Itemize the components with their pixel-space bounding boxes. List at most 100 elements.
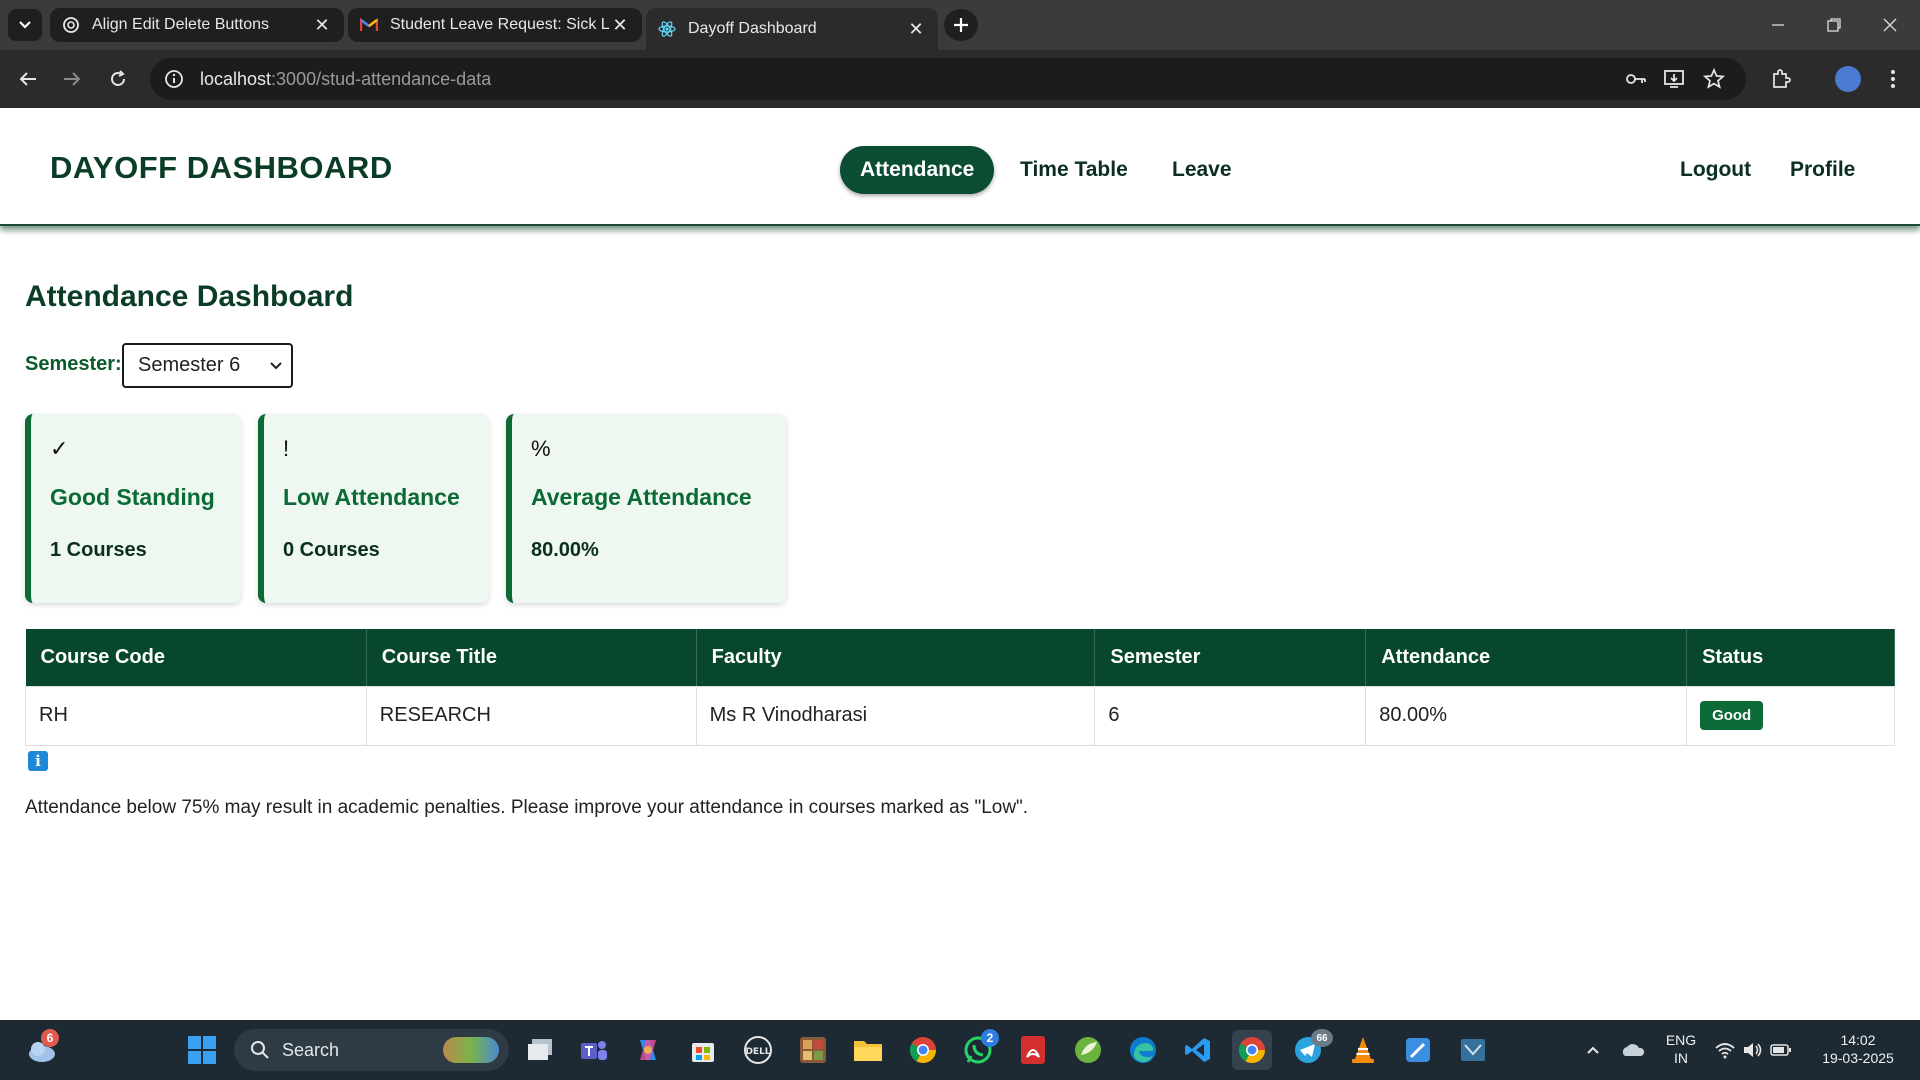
extensions-icon[interactable]	[1769, 67, 1793, 91]
dell-icon[interactable]: DELL	[738, 1030, 778, 1070]
restore-button[interactable]	[1806, 0, 1862, 50]
page-title: Attendance Dashboard	[25, 280, 354, 313]
column-header: Course Code	[25, 629, 367, 686]
window-close-button[interactable]	[1862, 0, 1918, 50]
search-icon	[251, 1041, 269, 1059]
teams-icon[interactable]	[574, 1030, 614, 1070]
minimize-icon	[1772, 24, 1784, 26]
install-app-icon[interactable]	[1663, 67, 1687, 91]
cell-attendance: 80.00%	[1365, 685, 1688, 746]
minimize-button[interactable]	[1750, 0, 1806, 50]
new-tab-button[interactable]	[944, 9, 978, 41]
vlc-icon[interactable]	[1343, 1030, 1383, 1070]
browser-tab-active[interactable]: Dayoff Dashboard ✕	[646, 8, 938, 50]
tab-title: Dayoff Dashboard	[688, 20, 817, 37]
chevron-down-icon	[19, 21, 31, 29]
react-icon	[658, 20, 676, 38]
summary-card-average-attendance: % Average Attendance 80.00%	[506, 414, 786, 603]
bookmark-star-icon[interactable]	[1702, 67, 1726, 91]
nav-link-attendance[interactable]: Attendance	[840, 146, 995, 194]
chrome-icon[interactable]	[903, 1030, 943, 1070]
pdf-reader-icon[interactable]	[1013, 1030, 1053, 1070]
chevron-up-icon[interactable]	[1573, 1030, 1613, 1070]
browser-toolbar: localhost:3000/stud-attendance-data	[0, 50, 1920, 108]
task-view-icon[interactable]	[520, 1030, 560, 1070]
status-badge: Good	[1700, 701, 1764, 730]
cell-course-title: RESEARCH	[365, 685, 697, 746]
chevron-down-icon	[270, 362, 282, 370]
mysql-workbench-icon[interactable]	[1453, 1030, 1493, 1070]
reload-icon	[111, 70, 125, 86]
semester-select[interactable]: Semester 6	[122, 343, 293, 388]
tab-title: Align Edit Delete Buttons	[92, 16, 269, 33]
close-icon[interactable]: ✕	[312, 15, 332, 35]
region-code: IN	[1674, 1050, 1688, 1066]
site-info-icon[interactable]	[162, 67, 186, 91]
summary-card-low-attendance: ! Low Attendance 0 Courses	[258, 414, 489, 603]
paint-app-icon[interactable]	[1398, 1030, 1438, 1070]
microsoft-store-icon[interactable]	[683, 1030, 723, 1070]
url-path: :3000/stud-attendance-data	[271, 68, 492, 89]
password-key-icon[interactable]	[1624, 67, 1648, 91]
nav-link-leave[interactable]: Leave	[1152, 146, 1252, 194]
address-bar[interactable]: localhost:3000/stud-attendance-data	[150, 58, 1746, 100]
chrome-active-icon[interactable]	[1232, 1030, 1272, 1070]
card-title: Low Attendance	[283, 484, 460, 510]
menu-kebab-icon[interactable]	[1881, 67, 1905, 91]
table-row: RH RESEARCH Ms R Vinodharasi 6 80.00% Go…	[25, 685, 1895, 746]
spring-tool-icon[interactable]	[1068, 1030, 1108, 1070]
brand-logo-text[interactable]: DAYOFF DASHBOARD	[50, 150, 393, 186]
copilot-icon[interactable]	[628, 1030, 668, 1070]
card-title: Average Attendance	[531, 484, 752, 510]
system-clock[interactable]: 14:02 19-03-2025	[1810, 1031, 1906, 1067]
clock-date: 19-03-2025	[1822, 1050, 1894, 1066]
column-header: Course Title	[366, 629, 697, 686]
nav-link-profile[interactable]: Profile	[1770, 146, 1875, 194]
profile-avatar[interactable]	[1835, 66, 1861, 92]
web-page: DAYOFF DASHBOARD Attendance Time Table L…	[0, 108, 1920, 1020]
attendance-warning-note: Attendance below 75% may result in acade…	[25, 797, 1029, 818]
browser-tab[interactable]: Student Leave Request: Sick Lea ✕	[348, 8, 642, 42]
browser-tab-strip: Align Edit Delete Buttons ✕ Student Leav…	[0, 0, 1920, 50]
edge-icon[interactable]	[1123, 1030, 1163, 1070]
browser-tab[interactable]: Align Edit Delete Buttons ✕	[50, 8, 344, 42]
reload-button[interactable]	[102, 63, 134, 95]
forward-button[interactable]	[56, 63, 88, 95]
nav-link-time-table[interactable]: Time Table	[1000, 146, 1148, 194]
cell-course-code: RH	[25, 685, 367, 746]
photo-app-icon[interactable]	[793, 1030, 833, 1070]
language-code: ENG	[1665, 1032, 1697, 1048]
onedrive-icon[interactable]	[1613, 1030, 1653, 1070]
back-button[interactable]	[12, 63, 44, 95]
card-value: 1 Courses	[50, 539, 147, 561]
tab-search-button[interactable]	[8, 9, 42, 41]
url-host: localhost	[200, 68, 272, 89]
svg-text:DELL: DELL	[745, 1047, 770, 1057]
cell-semester: 6	[1094, 685, 1367, 746]
search-placeholder: Search	[282, 1039, 340, 1060]
openai-icon	[62, 16, 80, 34]
taskbar-search-box[interactable]: Search	[234, 1029, 509, 1071]
exclamation-icon: !	[283, 436, 290, 461]
arrow-right-icon	[64, 72, 81, 86]
url-text: localhost:3000/stud-attendance-data	[200, 69, 491, 90]
summary-card-good-standing: ✓ Good Standing 1 Courses	[25, 414, 241, 603]
file-explorer-icon[interactable]	[848, 1030, 888, 1070]
table-header-row: Course Code Course Title Faculty Semeste…	[25, 629, 1895, 686]
language-indicator[interactable]: ENG IN	[1660, 1031, 1702, 1067]
cell-status: Good	[1686, 685, 1895, 746]
clock-time: 14:02	[1840, 1032, 1876, 1048]
app-navbar: DAYOFF DASHBOARD Attendance Time Table L…	[0, 108, 1920, 226]
close-icon[interactable]: ✕	[610, 15, 630, 35]
system-status-icons[interactable]	[1708, 1030, 1798, 1070]
column-header: Status	[1686, 629, 1895, 686]
semester-selected-value: Semester 6	[138, 354, 241, 376]
card-title: Good Standing	[50, 484, 215, 510]
windows-start-icon[interactable]	[182, 1030, 222, 1070]
nav-link-logout[interactable]: Logout	[1660, 146, 1771, 194]
close-icon[interactable]: ✕	[906, 19, 926, 39]
vscode-icon[interactable]	[1178, 1030, 1218, 1070]
checkmark-icon: ✓	[50, 436, 69, 461]
column-header: Faculty	[696, 629, 1096, 686]
whatsapp-notification-badge: 2	[981, 1029, 999, 1047]
